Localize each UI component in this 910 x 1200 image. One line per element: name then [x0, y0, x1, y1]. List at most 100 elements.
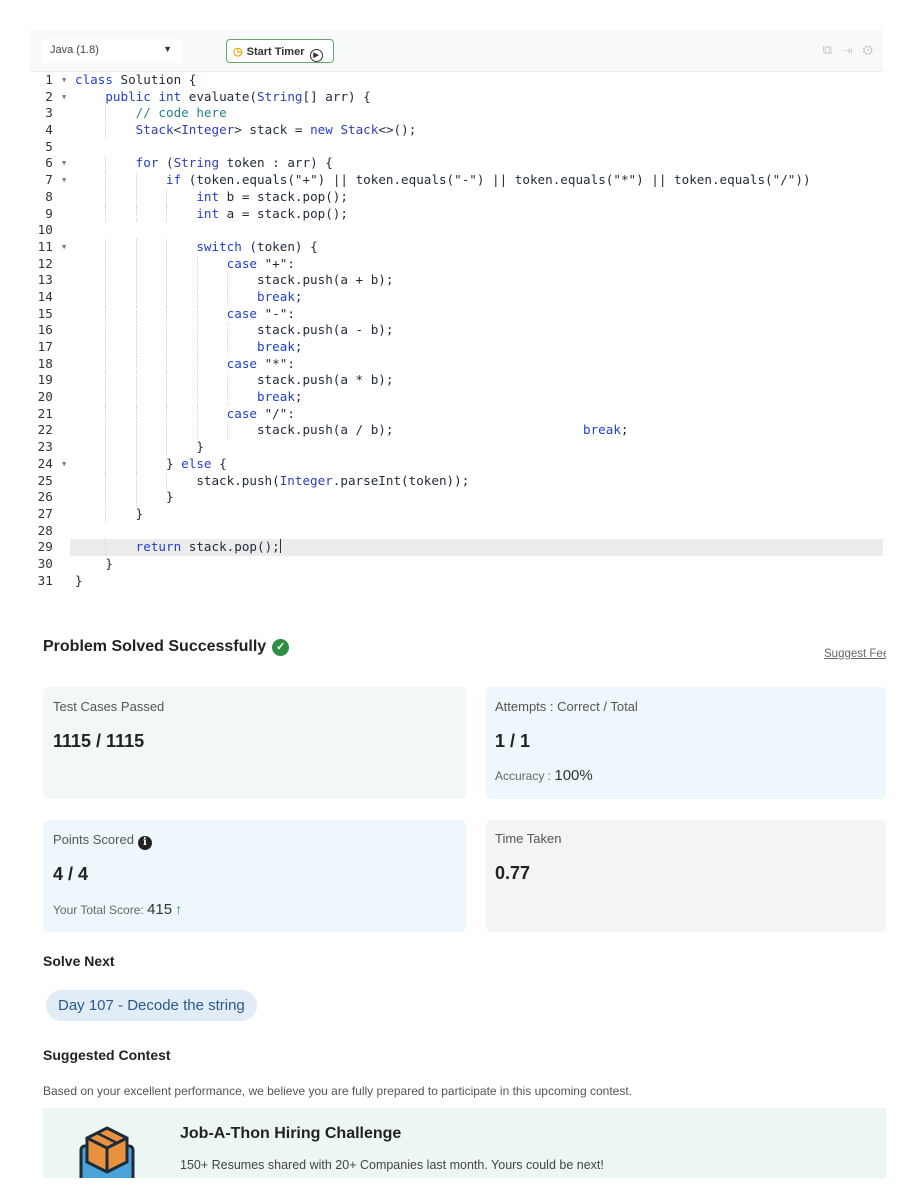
fold-toggle-icon[interactable]: ▼ [62, 239, 66, 256]
fold-toggle-icon[interactable]: ▼ [62, 456, 66, 473]
fold-toggle-icon[interactable]: ▼ [62, 72, 66, 89]
contest-tagline: 150+ Resumes shared with 20+ Companies l… [180, 1158, 604, 1172]
line-number: 18 [30, 355, 70, 373]
code-line[interactable]: 14 break; [30, 288, 883, 306]
time-value: 0.77 [495, 863, 531, 883]
line-number: 19 [30, 372, 70, 390]
line-number: 31 [30, 572, 70, 590]
code-line[interactable]: 31 } [30, 572, 883, 590]
settings-icon[interactable]: ⚙ [862, 42, 883, 57]
code-line[interactable]: 15 case "-": [30, 305, 883, 323]
suggest-feedback-link[interactable]: Suggest Feedback [824, 648, 886, 660]
code-line[interactable]: 18 case "*": [30, 355, 883, 373]
code-text: switch (token) { [196, 238, 318, 254]
code-line[interactable]: 1 ▼ class Solution { [30, 72, 883, 89]
chevron-down-icon: ▼ [163, 44, 172, 54]
code-line[interactable]: 13 stack.push(a + b); [30, 272, 883, 289]
code-line[interactable]: 20 break; [30, 389, 883, 406]
code-line[interactable]: 6 ▼ for (String token : arr) { [30, 155, 883, 173]
attempts-value: 1 / 1 [495, 731, 531, 751]
total-score-value: 415 [147, 901, 173, 918]
share-icon[interactable]: ⇥ [842, 42, 862, 57]
points-label-row: Points Scored i [53, 832, 152, 850]
accuracy: Accuracy : 100% [495, 767, 593, 784]
contest-description: Based on your excellent performance, we … [43, 1084, 632, 1098]
code-line[interactable]: 17 break; [30, 339, 883, 356]
code-text: int a = stack.pop(); [196, 205, 348, 221]
line-number: 17 [30, 339, 70, 356]
code-line[interactable]: 27 } [30, 505, 883, 523]
code-line[interactable]: 10 [30, 222, 883, 239]
code-text: stack.push(Integer.parseInt(token)); [75, 472, 470, 488]
total-score-label: Your Total Score: [53, 903, 144, 917]
code-text: } [75, 555, 113, 571]
info-icon[interactable]: i [137, 836, 152, 850]
code-text: case "*": [226, 355, 295, 371]
code-line[interactable]: 29 return stack.pop(); [30, 539, 883, 556]
copy-icon[interactable]: ⧉ [823, 42, 842, 57]
line-number: 22 [30, 422, 70, 440]
editor-tool-icons: ⧉⇥⚙ [823, 42, 883, 58]
code-text: } [75, 489, 174, 505]
accuracy-value: 100% [554, 767, 593, 784]
code-text: int b = stack.pop(); [196, 188, 348, 204]
code-line[interactable]: 28 [30, 522, 883, 540]
code-text: class Solution { [75, 72, 197, 87]
code-text: break; [256, 288, 303, 304]
clock-icon: ◷ [233, 46, 243, 58]
code-line[interactable]: 24 ▼ } else { [30, 455, 883, 473]
line-number: 26 [30, 489, 70, 506]
points-card: Points Scored i 4 / 4 Your Total Score: 4… [43, 820, 466, 932]
start-timer-button[interactable]: ◷ Start Timer ▶ [226, 39, 334, 63]
fold-toggle-icon[interactable]: ▼ [62, 155, 66, 172]
code-line[interactable]: 12 case "+": [30, 255, 883, 273]
line-number: 12 [30, 255, 70, 273]
code-text: case "/": [226, 405, 295, 421]
code-line[interactable]: 23 } [30, 439, 883, 456]
contest-card[interactable]: Job-A-Thon Hiring Challenge 150+ Resumes… [43, 1108, 886, 1178]
solve-next-link[interactable]: Day 107 - Decode the string [46, 990, 257, 1021]
line-number: 30 [30, 555, 70, 573]
code-text: for (String token : arr) { [135, 155, 333, 171]
code-line[interactable]: 4 Stack<Integer> stack = new Stack<>(); [30, 122, 883, 139]
code-line[interactable]: 7 ▼ if (token.equals("+") || token.equal… [30, 172, 883, 189]
code-line[interactable]: 16 stack.push(a - b); [30, 322, 883, 340]
code-area[interactable]: 1 ▼ class Solution {2 ▼ public int evalua… [30, 72, 883, 590]
attempts-card: Attempts : Correct / Total 1 / 1 Accurac… [486, 687, 886, 799]
line-number: 16 [30, 322, 70, 340]
accuracy-label: Accuracy : [495, 769, 552, 783]
line-number: 21 [30, 405, 70, 423]
check-circle-icon: ✓ [272, 639, 290, 656]
code-line[interactable]: 8 int b = stack.pop(); [30, 188, 883, 206]
code-editor[interactable]: Java (1.8) ▼ ◷ Start Timer ▶ ⧉⇥⚙ 1 ▼ class… [30, 30, 883, 592]
contest-name: Job-A-Thon Hiring Challenge [180, 1125, 402, 1142]
solve-next-title: Solve Next [43, 953, 115, 969]
code-line[interactable]: 2 ▼ public int evaluate(String[] arr) { [30, 88, 883, 106]
arrow-up-icon: ↑ [175, 901, 183, 917]
code-text: case "+": [226, 255, 295, 271]
code-line[interactable]: 19 stack.push(a * b); [30, 372, 883, 390]
code-line[interactable]: 30 } [30, 555, 883, 573]
points-value: 4 / 4 [53, 864, 89, 884]
code-line[interactable]: 25 stack.push(Integer.parseInt(token)); [30, 472, 883, 490]
result-title: Problem Solved Successfully ✓ [43, 638, 290, 656]
code-text: if (token.equals("+") || token.equals("-… [166, 172, 811, 188]
code-line[interactable]: 9 int a = stack.pop(); [30, 205, 883, 223]
start-timer-label: Start Timer [246, 46, 305, 58]
fold-toggle-icon[interactable]: ▼ [62, 172, 66, 189]
language-select[interactable]: Java (1.8) ▼ [42, 39, 182, 63]
code-text: public int evaluate(String[] arr) { [105, 88, 371, 104]
code-text: stack.push(a + b); [75, 272, 394, 288]
code-text: } else { [75, 455, 227, 471]
code-line[interactable]: 5 [30, 138, 883, 156]
code-text: case "-": [226, 305, 295, 321]
code-line[interactable]: 11 ▼ switch (token) { [30, 238, 883, 256]
fold-toggle-icon[interactable]: ▼ [62, 89, 66, 106]
code-line[interactable]: 22 stack.push(a / b); break; [30, 422, 883, 440]
time-label: Time Taken [495, 831, 562, 846]
total-score: Your Total Score: 415 ↑ [53, 901, 182, 918]
code-line[interactable]: 21 case "/": [30, 405, 883, 423]
code-line[interactable]: 3 // code here [30, 105, 883, 123]
code-line[interactable]: 26 } [30, 489, 883, 506]
line-number: 10 [30, 222, 70, 239]
